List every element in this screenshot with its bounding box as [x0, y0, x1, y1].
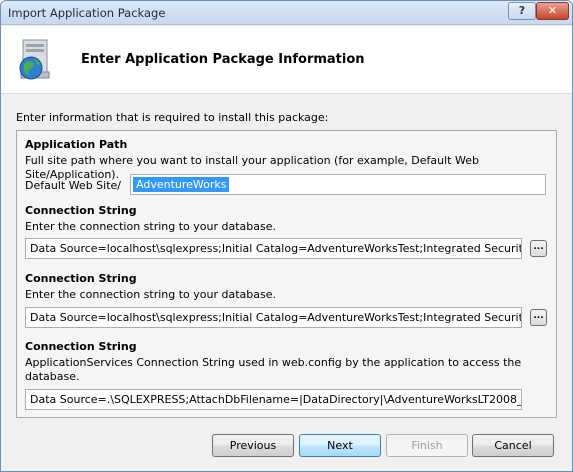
- connection-string-1-input[interactable]: Data Source=localhost\sqlexpress;Initial…: [25, 238, 522, 259]
- parameters-panel: Application Path Full site path where yo…: [16, 130, 557, 418]
- connection-string-2-input[interactable]: Data Source=localhost\sqlexpress;Initial…: [25, 307, 522, 328]
- connection-string-1-title: Connection String: [25, 204, 137, 217]
- cancel-button[interactable]: Cancel: [472, 434, 554, 457]
- connection-string-3-input[interactable]: Data Source=.\SQLEXPRESS;AttachDbFilenam…: [25, 389, 522, 410]
- connection-string-1-description: Enter the connection string to your data…: [25, 220, 277, 233]
- intro-text: Enter information that is required to in…: [16, 111, 329, 124]
- connection-string-3-title: Connection String: [25, 340, 137, 353]
- header-title: Enter Application Package Information: [81, 52, 365, 67]
- connection-string-2-title: Connection String: [25, 272, 137, 285]
- window-title: Import Application Package: [8, 6, 166, 20]
- import-package-dialog: Import Application Package ? ✕ Enter App…: [0, 0, 573, 472]
- wizard-header: Enter Application Package Information: [1, 26, 572, 94]
- close-button[interactable]: ✕: [536, 2, 569, 20]
- connection-string-2-browse-button[interactable]: ...: [530, 309, 547, 326]
- help-button[interactable]: ?: [508, 2, 536, 20]
- connection-string-3-description: ApplicationServices Connection String us…: [25, 356, 522, 383]
- package-globe-icon: [19, 39, 50, 80]
- application-path-value: AdventureWorks: [133, 177, 230, 192]
- connection-string-1-browse-button[interactable]: ...: [530, 240, 547, 257]
- application-path-input[interactable]: AdventureWorks: [130, 174, 546, 195]
- previous-button[interactable]: Previous: [212, 434, 294, 457]
- app-path-title: Application Path: [25, 138, 128, 151]
- connection-string-2-description: Enter the connection string to your data…: [25, 288, 277, 301]
- title-bar[interactable]: Import Application Package ? ✕: [1, 1, 572, 25]
- next-button[interactable]: Next: [299, 434, 381, 457]
- site-prefix-label: Default Web Site/: [25, 179, 121, 192]
- finish-button[interactable]: Finish: [386, 434, 468, 457]
